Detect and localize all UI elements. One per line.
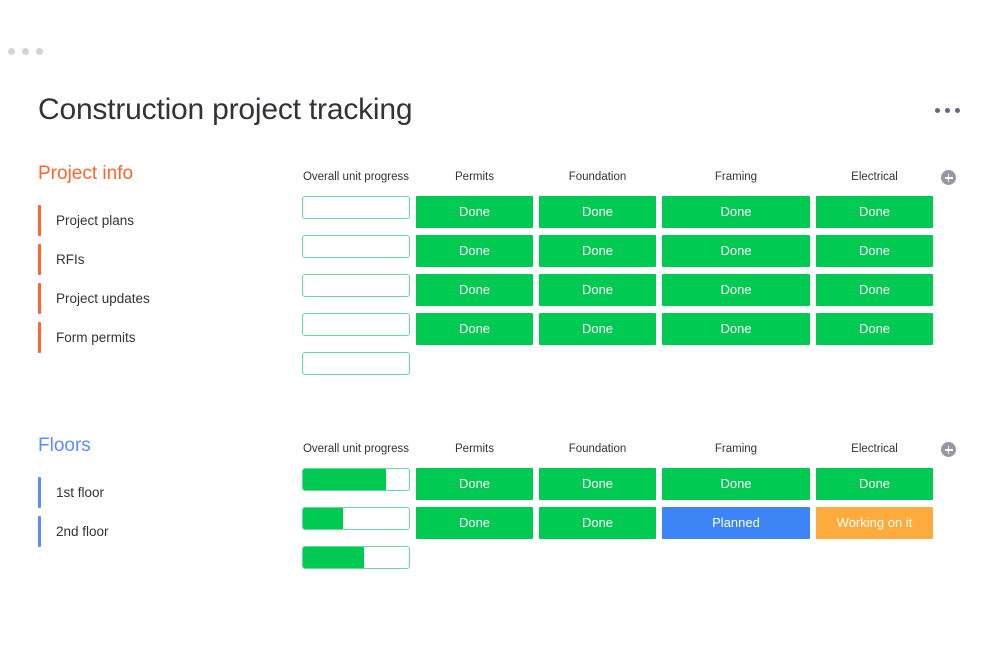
status-cell[interactable]: Done [539, 235, 656, 267]
page-title: Construction project tracking [38, 93, 413, 126]
item-list-project-info: Project plans RFIs Project updates Form per… [38, 201, 288, 357]
column-header-progress[interactable]: Overall unit progress [296, 170, 416, 184]
status-cell[interactable]: Done [416, 274, 533, 306]
status-cell[interactable]: Done [416, 468, 533, 500]
status-cell[interactable]: Done [816, 274, 933, 306]
status-cell[interactable]: Done [539, 274, 656, 306]
column-header-foundation[interactable]: Foundation [538, 442, 658, 456]
kebab-dot-2 [945, 107, 950, 113]
column-header-electrical[interactable]: Electrical [815, 442, 935, 456]
list-item[interactable]: Form permits [38, 318, 288, 357]
summary-progress-bar[interactable] [302, 352, 410, 375]
kebab-menu-icon[interactable] [933, 102, 962, 119]
window-dot-1[interactable] [8, 48, 15, 55]
group-title-project-info[interactable]: Project info [38, 163, 133, 185]
item-accent-bar [38, 205, 41, 236]
item-accent-bar [38, 244, 41, 275]
group-title-floors[interactable]: Floors [38, 435, 91, 457]
kebab-dot-3 [955, 107, 960, 113]
progress-bar[interactable] [302, 274, 410, 297]
item-label: Project plans [56, 212, 135, 228]
summary-progress-bar-fill [303, 547, 365, 568]
status-cell[interactable]: Done [816, 468, 933, 500]
item-accent-bar [38, 477, 41, 508]
window-controls [8, 48, 43, 55]
progress-bar[interactable] [302, 196, 410, 219]
progress-bar-fill [303, 469, 386, 490]
column-header-permits[interactable]: Permits [415, 442, 535, 456]
summary-progress-bar[interactable] [302, 546, 410, 569]
status-cell[interactable]: Done [662, 468, 810, 500]
progress-bar[interactable] [302, 313, 410, 336]
column-header-framing[interactable]: Framing [676, 170, 796, 184]
status-cell[interactable]: Done [662, 274, 810, 306]
list-item[interactable]: 2nd floor [38, 512, 288, 551]
kebab-dot-1 [935, 107, 940, 113]
progress-bar[interactable] [302, 468, 410, 491]
status-cell[interactable]: Done [539, 313, 656, 345]
column-header-permits[interactable]: Permits [415, 170, 535, 184]
column-header-progress[interactable]: Overall unit progress [296, 442, 416, 456]
progress-bar[interactable] [302, 235, 410, 258]
item-label: 2nd floor [56, 523, 109, 539]
title-row: Construction project tracking [38, 92, 962, 128]
list-item[interactable]: Project updates [38, 279, 288, 318]
list-item[interactable]: Project plans [38, 201, 288, 240]
progress-bar[interactable] [302, 507, 410, 530]
item-label: 1st floor [56, 484, 105, 500]
status-cell[interactable]: Done [662, 196, 810, 228]
list-item[interactable]: 1st floor [38, 473, 288, 512]
column-header-foundation[interactable]: Foundation [538, 170, 658, 184]
item-accent-bar [38, 283, 41, 314]
window-dot-2[interactable] [22, 48, 29, 55]
status-cell[interactable]: Done [539, 196, 656, 228]
status-cell[interactable]: Done [539, 468, 656, 500]
status-cell[interactable]: Done [816, 235, 933, 267]
item-list-floors: 1st floor 2nd floor [38, 473, 288, 551]
item-label: RFIs [56, 251, 85, 267]
progress-bar-fill [303, 508, 344, 529]
status-cell[interactable]: Done [416, 196, 533, 228]
status-cell[interactable]: Done [816, 196, 933, 228]
item-accent-bar [38, 322, 41, 353]
status-cell[interactable]: Done [416, 507, 533, 539]
item-label: Form permits [56, 329, 136, 345]
plus-circle-icon[interactable] [941, 442, 956, 457]
status-cell[interactable]: Done [539, 507, 656, 539]
window-dot-3[interactable] [36, 48, 43, 55]
list-item[interactable]: RFIs [38, 240, 288, 279]
status-cell[interactable]: Done [816, 313, 933, 345]
plus-circle-icon[interactable] [941, 170, 956, 185]
board-app: Construction project tracking Project in… [0, 0, 1000, 667]
status-cell[interactable]: Done [662, 235, 810, 267]
status-cell[interactable]: Done [416, 313, 533, 345]
item-label: Project updates [56, 290, 150, 306]
column-header-framing[interactable]: Framing [676, 442, 796, 456]
status-cell[interactable]: Planned [662, 507, 810, 539]
status-cell[interactable]: Working on it [816, 507, 933, 539]
status-cell[interactable]: Done [416, 235, 533, 267]
item-accent-bar [38, 516, 41, 547]
column-header-electrical[interactable]: Electrical [815, 170, 935, 184]
status-cell[interactable]: Done [662, 313, 810, 345]
